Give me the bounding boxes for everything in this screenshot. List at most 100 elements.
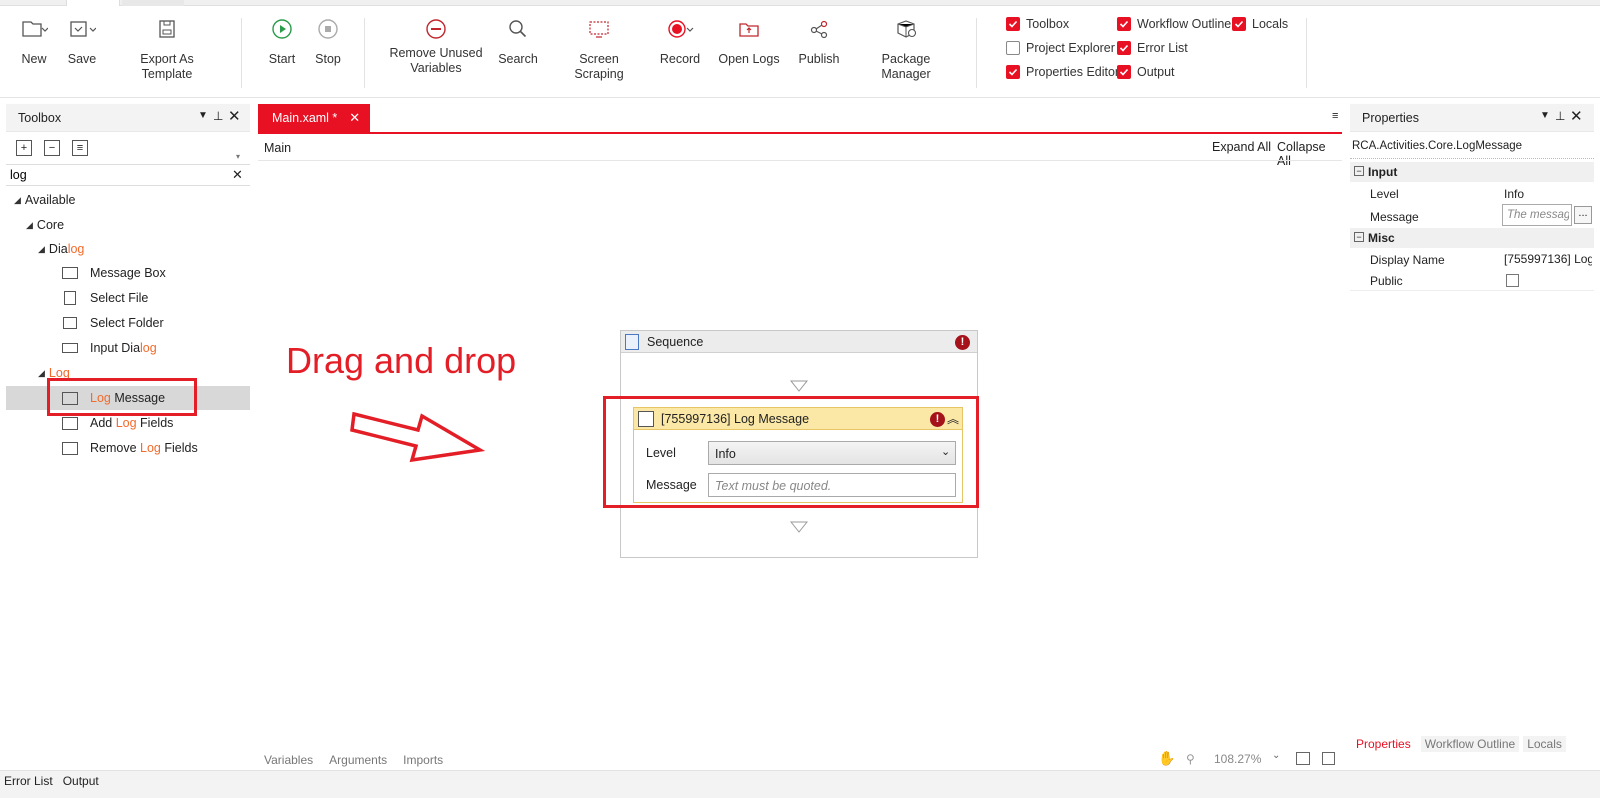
input-dialog-icon — [62, 343, 78, 353]
breadcrumb[interactable]: Main — [264, 141, 291, 155]
toolbox-search[interactable]: ✕ — [6, 164, 250, 186]
toolbox-checkbox[interactable]: Toolbox — [1006, 17, 1069, 31]
tab-workflow-outline[interactable]: Workflow Outline — [1420, 736, 1520, 752]
log-fields-icon — [62, 441, 78, 455]
properties-editor-checkbox[interactable]: Properties Editor — [1006, 65, 1119, 79]
expanded-triangle-icon: ◢ — [38, 243, 45, 254]
properties-panel: Properties ▼ ⊥ ✕ RCA.Activities.Core.Log… — [1350, 104, 1594, 770]
prop-message-input[interactable]: The messag — [1502, 204, 1572, 226]
zoom-icon[interactable]: ⚲ — [1186, 752, 1195, 766]
new-button[interactable]: New — [14, 14, 54, 67]
tree-node-available[interactable]: ◢ Available — [14, 193, 75, 207]
toolbox-search-input[interactable] — [10, 167, 220, 183]
close-tab-icon[interactable]: ✕ — [349, 110, 360, 126]
dropdown-icon[interactable]: ▼ — [198, 110, 208, 121]
export-template-icon — [156, 14, 178, 44]
package-manager-button[interactable]: Package Manager — [856, 14, 956, 82]
clear-search-icon[interactable]: ✕ — [232, 167, 243, 183]
tab-locals[interactable]: Locals — [1523, 736, 1566, 752]
prop-level-label: Level — [1370, 187, 1399, 201]
start-button[interactable]: Start — [262, 14, 302, 67]
expanded-triangle-icon: ◢ — [26, 219, 33, 230]
project-explorer-checkbox[interactable]: Project Explorer — [1006, 41, 1115, 55]
screen-scraping-button[interactable]: Screen Scraping — [554, 14, 644, 82]
sequence-header: Sequence ! — [621, 331, 977, 353]
tab-properties[interactable]: Properties — [1356, 737, 1411, 751]
remove-unused-variables-button[interactable]: Remove Unused Variables — [388, 14, 484, 76]
prop-level-value[interactable]: Info — [1504, 187, 1524, 201]
annotation-highlight-box — [47, 378, 197, 416]
search-button[interactable]: Search — [496, 14, 540, 67]
imports-tab[interactable]: Imports — [403, 753, 443, 767]
variables-tab[interactable]: Variables — [264, 753, 313, 767]
close-icon[interactable]: ✕ — [1570, 107, 1583, 125]
category-input[interactable]: − Input — [1350, 162, 1594, 182]
category-misc[interactable]: − Misc — [1350, 228, 1594, 248]
properties-title: Properties — [1362, 111, 1419, 125]
ribbon-divider — [976, 18, 977, 88]
save-icon — [68, 14, 96, 44]
arguments-tab[interactable]: Arguments — [329, 753, 387, 767]
collapse-category-icon[interactable]: − — [1354, 166, 1364, 176]
overview-map-icon[interactable] — [1322, 752, 1335, 765]
list-view-icon[interactable]: ≡ — [72, 140, 88, 156]
tab-main-xaml[interactable]: Main.xaml * ✕ — [258, 104, 370, 132]
output-checkbox[interactable]: Output — [1117, 65, 1175, 79]
expand-all-link[interactable]: Expand All — [1212, 140, 1271, 154]
error-icon[interactable]: ! — [955, 335, 970, 350]
tree-node-core[interactable]: ◢ Core — [26, 218, 64, 232]
workflow-outline-checkbox[interactable]: Workflow Outline — [1117, 17, 1231, 31]
prop-message-label: Message — [1370, 210, 1419, 224]
activity-message-box[interactable]: Message Box — [62, 266, 166, 280]
remove-icon — [425, 14, 447, 44]
open-logs-button[interactable]: Open Logs — [718, 14, 780, 67]
collapse-all-link[interactable]: Collapse All — [1277, 140, 1342, 168]
dropdown-icon[interactable]: ▼ — [1540, 110, 1550, 121]
output-tab[interactable]: Output — [63, 774, 99, 788]
drop-target-icon[interactable] — [790, 380, 808, 392]
save-button[interactable]: Save — [62, 14, 102, 67]
close-icon[interactable]: ✕ — [228, 107, 241, 125]
prop-public-checkbox[interactable] — [1506, 274, 1519, 287]
prop-display-name-value[interactable]: [755997136] Log — [1504, 252, 1592, 266]
publish-button[interactable]: Publish — [794, 14, 844, 67]
export-as-template-button[interactable]: Export As Template — [114, 14, 220, 82]
locals-checkbox[interactable]: Locals — [1232, 17, 1288, 31]
record-button[interactable]: Record — [656, 14, 704, 67]
stop-button[interactable]: Stop — [308, 14, 348, 67]
toolbox-header: Toolbox ▼ ⊥ ✕ — [6, 104, 250, 132]
toolbox-panel: Toolbox ▼ ⊥ ✕ + − ≡ ▾ ✕ ◢Available ◢Core… — [6, 104, 250, 770]
file-icon — [64, 291, 76, 305]
package-icon — [894, 14, 918, 44]
pan-hand-icon[interactable]: ✋ — [1158, 750, 1175, 767]
toolbox-actions: + − ≡ — [16, 140, 100, 156]
error-list-checkbox[interactable]: Error List — [1117, 41, 1188, 55]
activity-select-folder[interactable]: Select Folder — [62, 316, 164, 330]
stop-icon — [317, 14, 339, 44]
screen-scraping-icon — [587, 14, 611, 44]
collapse-category-icon[interactable]: − — [1354, 232, 1364, 242]
error-list-tab[interactable]: Error List — [4, 774, 53, 788]
share-icon — [808, 14, 830, 44]
ribbon-divider — [241, 18, 242, 88]
pin-icon[interactable]: ⊥ — [213, 109, 223, 123]
message-editor-button[interactable]: ... — [1574, 206, 1592, 224]
activity-input-dialog[interactable]: Input Dia log — [62, 341, 157, 355]
collapse-all-icon[interactable]: − — [44, 140, 60, 156]
zoom-dropdown-icon[interactable]: ⌄ — [1272, 750, 1280, 761]
expand-all-icon[interactable]: + — [16, 140, 32, 156]
tab-overflow-icon[interactable]: ≡ — [1332, 110, 1338, 122]
prop-display-name-label: Display Name — [1370, 253, 1445, 267]
ribbon-divider — [364, 18, 365, 88]
divider — [1350, 158, 1594, 159]
prop-public-label: Public — [1370, 274, 1403, 288]
drop-target-icon[interactable] — [790, 521, 808, 533]
activity-select-file[interactable]: Select File — [62, 291, 148, 305]
checkmark-icon — [1117, 17, 1131, 31]
tree-node-dialog[interactable]: ◢ Dia log — [38, 242, 84, 256]
activity-remove-log-fields[interactable]: Remove Log Fields — [62, 441, 198, 455]
activity-add-log-fields[interactable]: Add Log Fields — [62, 416, 173, 430]
fit-to-screen-icon[interactable] — [1296, 752, 1310, 765]
pin-icon[interactable]: ⊥ — [1555, 109, 1565, 123]
zoom-level[interactable]: 108.27% — [1214, 752, 1261, 766]
